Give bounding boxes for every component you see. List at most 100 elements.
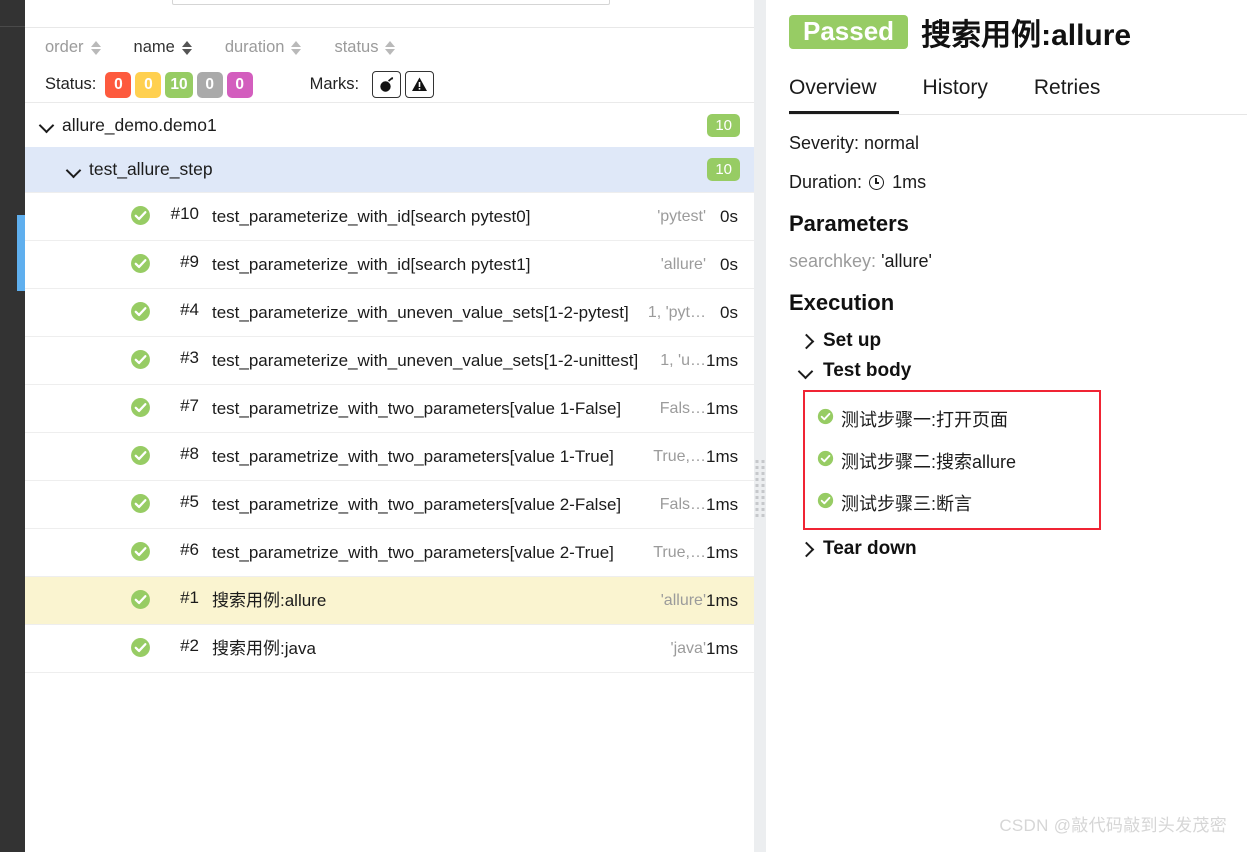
- status-passed-icon: [130, 205, 151, 226]
- status-passed-icon: [130, 301, 151, 322]
- table-row[interactable]: #7 test_parametrize_with_two_parameters[v…: [25, 385, 754, 433]
- test-name: 搜索用例:java: [212, 639, 316, 658]
- sort-column-duration[interactable]: duration: [225, 38, 302, 57]
- duration-value: 1ms: [892, 172, 927, 192]
- test-order: #1: [180, 588, 199, 607]
- execution-tear-down[interactable]: Tear down: [799, 538, 1224, 560]
- test-params: 1, 'u…: [660, 352, 706, 369]
- test-steps-highlight-box: 测试步骤一:打开页面 测试步骤二:搜索allure 测试步骤三:断言: [803, 390, 1101, 530]
- tree-node-root[interactable]: allure_demo.demo1 10: [25, 103, 754, 147]
- test-name: test_parametrize_with_two_parameters[val…: [212, 543, 614, 562]
- detail-body: Severity: normal Duration: 1ms Parameter…: [766, 115, 1247, 560]
- allure-report-window: ● order name duration status Status:: [0, 0, 1247, 852]
- table-row[interactable]: #8 test_parametrize_with_two_parameters[v…: [25, 433, 754, 481]
- search-clear-icon[interactable]: ●: [625, 0, 647, 2]
- test-duration: 1ms: [706, 351, 739, 370]
- test-order: #10: [170, 204, 199, 223]
- detail-header: Passed 搜索用例:allure: [766, 0, 1247, 54]
- test-name: test_parametrize_with_two_parameters[val…: [212, 447, 614, 466]
- status-chip-unknown[interactable]: 0: [226, 71, 253, 98]
- test-params: 'allure': [660, 592, 706, 609]
- status-chip-failed[interactable]: 0: [105, 71, 132, 98]
- table-row[interactable]: #1 搜索用例:allure 'allure' 1ms: [25, 577, 754, 625]
- test-order: #4: [180, 300, 199, 319]
- filter-row: Status: 0 0 10 0 0 Marks:: [25, 67, 754, 103]
- tab-history[interactable]: History: [923, 70, 1010, 114]
- status-badge: Passed: [789, 14, 909, 50]
- sort-column-duration-label: duration: [224, 38, 285, 56]
- duration-line: Duration: 1ms: [789, 172, 1224, 193]
- status-chip-broken[interactable]: 0: [135, 71, 162, 98]
- detail-tabs: Overview History Retries: [789, 70, 1247, 115]
- execution-heading: Execution: [789, 290, 895, 315]
- test-duration: 1ms: [706, 495, 739, 514]
- suites-pane: ● order name duration status Status:: [25, 0, 754, 852]
- test-duration: 0s: [720, 207, 738, 226]
- test-params: Fals…: [659, 496, 706, 513]
- sort-column-name[interactable]: name: [134, 38, 192, 57]
- test-params: Fals…: [659, 400, 706, 417]
- table-row[interactable]: #3 test_parameterize_with_uneven_value_se…: [25, 337, 754, 385]
- table-row[interactable]: #6 test_parametrize_with_two_parameters[v…: [25, 529, 754, 577]
- status-passed-icon: [130, 541, 151, 562]
- marks-filter-label: Marks:: [309, 75, 360, 93]
- test-order: #6: [180, 540, 199, 559]
- test-order: #7: [180, 396, 199, 415]
- table-row[interactable]: #10 test_parameterize_with_id[search pyte…: [25, 193, 754, 241]
- suites-tree: allure_demo.demo1 10 test_allure_step 10…: [25, 103, 754, 673]
- sort-column-order-label: order: [45, 38, 84, 56]
- table-row[interactable]: #5 test_parametrize_with_two_parameters[v…: [25, 481, 754, 529]
- test-name: test_parameterize_with_uneven_value_sets…: [212, 303, 629, 322]
- table-row[interactable]: #4 test_parameterize_with_uneven_value_se…: [25, 289, 754, 337]
- status-chip-skipped[interactable]: 0: [196, 71, 223, 98]
- tree-node-child[interactable]: test_allure_step 10: [25, 147, 754, 192]
- bomb-icon[interactable]: [372, 71, 402, 98]
- test-order: #8: [180, 444, 199, 463]
- sort-column-name-label: name: [133, 38, 175, 56]
- execution-test-body[interactable]: Test body: [799, 360, 1224, 382]
- parameters-heading: Parameters: [789, 211, 909, 236]
- test-params: 'allure': [660, 256, 706, 273]
- status-passed-icon: [130, 445, 151, 466]
- sort-column-status-label: status: [334, 38, 379, 56]
- test-step-label: 测试步骤一:打开页面: [841, 410, 1009, 430]
- test-step[interactable]: 测试步骤一:打开页面: [817, 406, 1089, 432]
- test-name: test_parameterize_with_uneven_value_sets…: [212, 351, 639, 370]
- tab-retries[interactable]: Retries: [1034, 70, 1123, 114]
- search-area: ●: [25, 0, 754, 28]
- tree-node-child-label: test_allure_step: [89, 159, 213, 179]
- status-chip-group: 0 0 10 0 0: [105, 71, 253, 98]
- search-input[interactable]: [172, 0, 610, 5]
- parameter-row: searchkey: 'allure': [789, 251, 932, 271]
- table-row[interactable]: #2 搜索用例:java 'java' 1ms: [25, 625, 754, 673]
- sort-column-status[interactable]: status: [334, 38, 396, 57]
- sort-column-order[interactable]: order: [45, 38, 101, 57]
- execution-setup[interactable]: Set up: [799, 330, 1224, 352]
- execution-test-body-label: Test body: [823, 360, 912, 381]
- sort-arrows-icon: [291, 40, 302, 55]
- test-order: #2: [180, 636, 199, 655]
- status-passed-icon: [817, 408, 834, 430]
- test-step-label: 测试步骤二:搜索allure: [841, 452, 1017, 472]
- chevron-right-icon: [799, 334, 813, 348]
- rail-active-indicator[interactable]: [17, 215, 25, 291]
- status-chip-passed[interactable]: 10: [165, 71, 193, 98]
- warning-triangle-icon[interactable]: [405, 71, 435, 98]
- test-detail-pane: Passed 搜索用例:allure Overview History Retrie…: [766, 0, 1247, 852]
- tab-overview[interactable]: Overview: [789, 70, 899, 114]
- pane-splitter[interactable]: [754, 0, 766, 852]
- sort-arrows-icon: [385, 40, 396, 55]
- test-step[interactable]: 测试步骤二:搜索allure: [817, 448, 1089, 474]
- severity-line: Severity: normal: [789, 133, 920, 153]
- test-step[interactable]: 测试步骤三:断言: [817, 490, 1089, 516]
- test-duration: 0s: [720, 255, 738, 274]
- status-passed-icon: [130, 637, 151, 658]
- sort-arrows-icon: [181, 40, 192, 55]
- splitter-grip-icon: [755, 460, 765, 517]
- clock-icon: [869, 175, 885, 190]
- test-params: True,…: [653, 448, 706, 465]
- test-duration: 1ms: [706, 639, 739, 658]
- chevron-down-icon: [40, 118, 54, 132]
- table-row[interactable]: #9 test_parameterize_with_id[search pytes…: [25, 241, 754, 289]
- test-order: #5: [180, 492, 199, 511]
